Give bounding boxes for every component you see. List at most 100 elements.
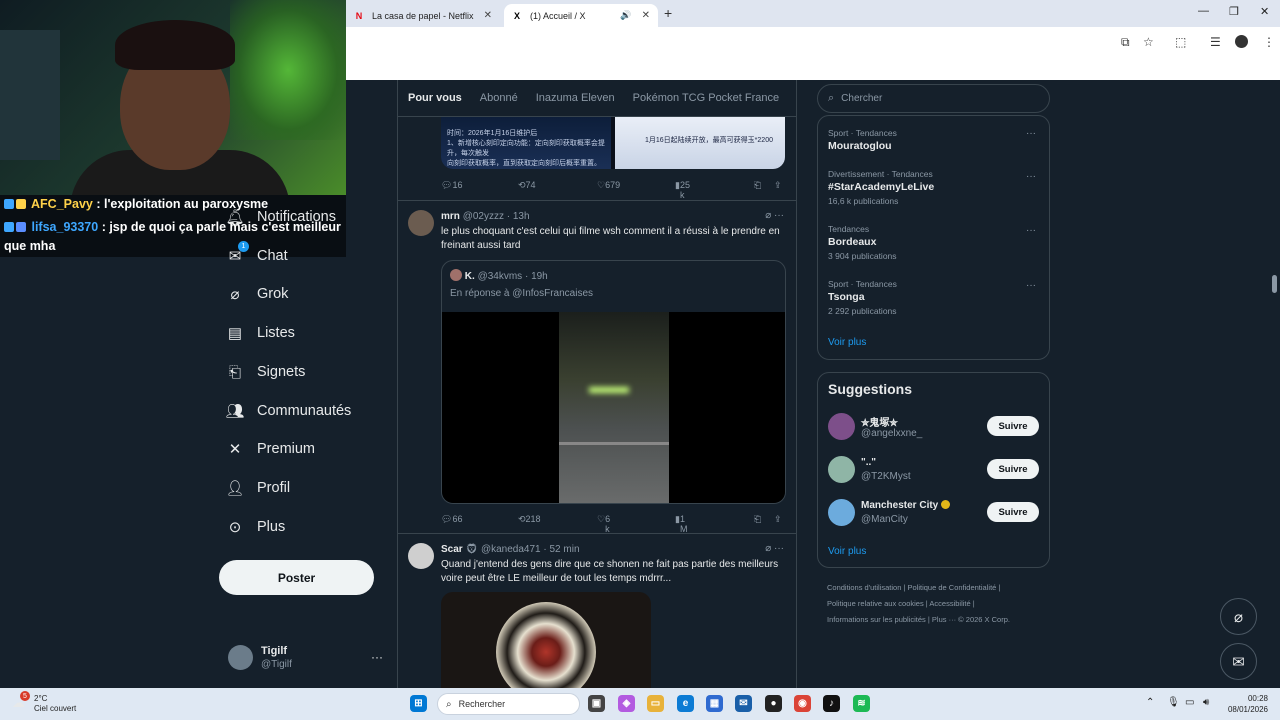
avatar[interactable]	[408, 543, 434, 569]
nav-chat[interactable]: ✉ 1 Chat	[226, 241, 288, 265]
close-icon[interactable]: ✕	[484, 10, 492, 21]
quoted-post[interactable]: K. @34kvms · 19h En réponse à @InfosFran…	[441, 260, 786, 504]
post[interactable]: Scar 🦁︎ @kaneda471 · 52 min ⌀ ··· Quand …	[398, 534, 796, 688]
trend-item[interactable]: Tendances Bordeaux 3 904 publications	[828, 224, 1038, 261]
account-switcher[interactable]: Tigilf @Tigilf ···	[228, 645, 388, 673]
network-icon[interactable]: ▭	[1185, 697, 1194, 708]
microphone-icon[interactable]: 🎙︎	[1167, 697, 1180, 708]
messages-fab-button[interactable]: ✉	[1220, 643, 1257, 680]
edge-icon[interactable]: e	[677, 695, 694, 712]
taskbar-search[interactable]: ⌕ Rechercher	[437, 693, 580, 715]
post-image[interactable]: 时间：2026年1月16日维护后 1、新增核心刻印定向功能：定向刻印获取概率会提…	[441, 117, 785, 169]
trend-item[interactable]: Sport · Tendances Tsonga 2 292 publicati…	[828, 279, 1038, 316]
file-explorer-icon[interactable]: ▭	[647, 695, 664, 712]
windows-start-icon[interactable]: ⊞	[410, 695, 427, 712]
scrollbar[interactable]	[1270, 80, 1280, 688]
more-icon[interactable]: ⌀ ···	[765, 543, 784, 554]
views-button[interactable]: ▮ 1 M	[675, 514, 687, 534]
suggestion-item[interactable]: ".." @T2KMyst Suivre	[828, 456, 1041, 486]
footer-links[interactable]: Politique relative aux cookies | Accessi…	[827, 599, 975, 608]
menu-icon[interactable]: ⋮	[1263, 35, 1275, 49]
tiktok-icon[interactable]: ♪	[823, 695, 840, 712]
reply-button[interactable]: 💬︎ 16	[441, 180, 462, 191]
post-image[interactable]	[441, 592, 651, 688]
post-time[interactable]: 13h	[513, 211, 530, 222]
more-icon[interactable]: ···	[371, 650, 383, 664]
search-input[interactable]: ⌕ Chercher	[817, 84, 1050, 113]
post-time[interactable]: 52 min	[550, 544, 580, 555]
store-icon[interactable]: ▦	[706, 695, 723, 712]
post[interactable]: 时间：2026年1月16日维护后 1、新增核心刻印定向功能：定向刻印获取概率会提…	[398, 117, 796, 201]
chrome-icon[interactable]: ◉	[794, 695, 811, 712]
nav-grok[interactable]: ⌀ Grok	[226, 285, 288, 303]
trend-item[interactable]: Sport · Tendances Mouratoglou	[828, 128, 1038, 152]
obs-icon[interactable]: ●	[765, 695, 782, 712]
repost-button[interactable]: ⟲ 218	[518, 514, 541, 525]
spotify-icon[interactable]: ≋	[853, 695, 870, 712]
nav-more[interactable]: ⊙ Plus	[226, 518, 286, 536]
footer-links[interactable]: Informations sur les publicités | Plus ·…	[827, 615, 1010, 624]
like-button[interactable]: ♡ 6 k	[597, 514, 610, 534]
copilot-icon[interactable]: ◈	[618, 695, 635, 712]
bookmark-icon[interactable]: ⎗	[754, 514, 761, 525]
views-button[interactable]: ▮ 25 k	[675, 180, 690, 200]
more-icon[interactable]: ···	[1026, 171, 1036, 182]
nav-profile[interactable]: 👤︎ Profil	[225, 479, 290, 497]
post[interactable]: mrn @02yzzz · 13h ⌀ ··· le plus choquant…	[398, 201, 796, 534]
author-handle[interactable]: @02yzzz	[463, 211, 504, 222]
follow-button[interactable]: Suivre	[987, 416, 1039, 436]
close-icon[interactable]: ✕	[642, 10, 650, 21]
author-name[interactable]: Scar	[441, 544, 463, 555]
media-icon[interactable]: ☰	[1210, 35, 1221, 49]
system-clock[interactable]: 00:28 08/01/2026	[1224, 693, 1268, 715]
nav-communities[interactable]: 👥︎ Communautés	[225, 402, 351, 420]
tab-netflix[interactable]: N La casa de papel - Netflix ✕	[346, 4, 500, 27]
nav-bookmarks[interactable]: ⎗ Signets	[226, 363, 305, 381]
scrollbar-thumb[interactable]	[1272, 275, 1277, 293]
avatar[interactable]	[408, 210, 434, 236]
more-icon[interactable]: ···	[1026, 280, 1036, 291]
volume-icon[interactable]: 🔊︎	[1203, 697, 1209, 708]
minimize-button[interactable]: —	[1198, 5, 1209, 17]
repost-button[interactable]: ⟲ 74	[518, 180, 536, 191]
nav-lists[interactable]: ▤ Listes	[226, 324, 295, 342]
extensions-icon[interactable]: ⬚	[1175, 35, 1186, 49]
grok-fab-button[interactable]: ⌀	[1220, 598, 1257, 635]
maximize-button[interactable]: ❐	[1229, 5, 1239, 18]
more-icon[interactable]: ⌀ ···	[765, 210, 784, 221]
follow-button[interactable]: Suivre	[987, 459, 1039, 479]
trends-see-more-link[interactable]: Voir plus	[828, 337, 866, 348]
reply-button[interactable]: 💬︎ 66	[441, 514, 462, 525]
trend-item[interactable]: Divertissement · Tendances #StarAcademyL…	[828, 169, 1038, 206]
more-icon[interactable]: ···	[1026, 128, 1036, 139]
close-window-button[interactable]: ✕	[1260, 5, 1269, 18]
more-icon[interactable]: ···	[1026, 225, 1036, 236]
footer-links[interactable]: Conditions d'utilisation | Politique de …	[827, 583, 1000, 592]
nav-notifications[interactable]: 🔔︎ Notifications	[225, 208, 336, 226]
profile-avatar[interactable]	[1235, 35, 1248, 48]
speaker-icon[interactable]: 🔊	[620, 10, 631, 21]
tab-inazuma-eleven[interactable]: Inazuma Eleven	[536, 92, 615, 104]
outlook-icon[interactable]: ✉	[735, 695, 752, 712]
tab-pokemon-tcg[interactable]: Pokémon TCG Pocket France	[633, 92, 780, 104]
share-icon[interactable]: ⇪	[774, 514, 782, 525]
suggestion-item[interactable]: ✮鬼塚✮ @angelxxne_ Suivre	[828, 413, 1041, 443]
bookmark-icon[interactable]: ⎗	[754, 180, 761, 191]
post-button[interactable]: Poster	[219, 560, 374, 595]
follow-button[interactable]: Suivre	[987, 502, 1039, 522]
author-handle[interactable]: @kaneda471	[481, 544, 541, 555]
new-tab-button[interactable]: +	[664, 5, 672, 21]
nav-premium[interactable]: ✕ Premium	[226, 440, 315, 458]
video-player[interactable]	[442, 312, 785, 503]
tab-following[interactable]: Abonné	[480, 92, 518, 104]
share-icon[interactable]: ⇪	[774, 180, 782, 191]
task-view-icon[interactable]: ▣	[588, 695, 605, 712]
tab-for-you[interactable]: Pour vous	[408, 92, 462, 104]
tab-x-home[interactable]: X (1) Accueil / X 🔊 ✕	[504, 4, 658, 27]
star-icon[interactable]: ☆	[1143, 35, 1154, 49]
author-name[interactable]: mrn	[441, 211, 460, 222]
suggestions-see-more-link[interactable]: Voir plus	[828, 546, 866, 557]
chevron-up-icon[interactable]: ⌃	[1146, 697, 1154, 708]
cast-icon[interactable]: ⧉	[1121, 35, 1130, 50]
suggestion-item[interactable]: Manchester City @ManCity Suivre	[828, 499, 1041, 529]
